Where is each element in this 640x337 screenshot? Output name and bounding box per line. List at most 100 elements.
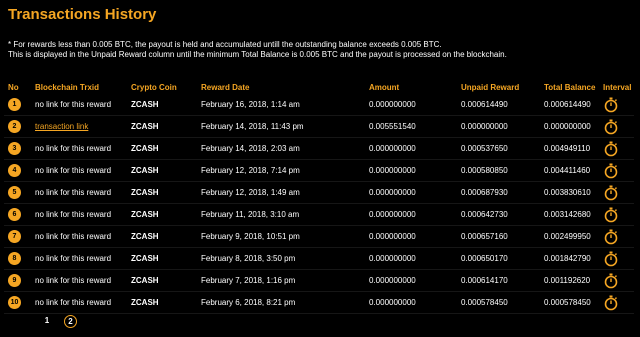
row-number-cell: 6 xyxy=(4,203,31,226)
row-number-badge: 1 xyxy=(8,98,21,111)
amount-cell: 0.000000000 xyxy=(365,247,457,270)
amount-cell: 0.000000000 xyxy=(365,159,457,182)
stopwatch-icon[interactable] xyxy=(603,251,619,266)
stopwatch-icon[interactable] xyxy=(603,185,619,200)
trxid-cell: transaction link xyxy=(31,115,127,138)
total-cell: 0.000000000 xyxy=(540,115,599,138)
interval-cell[interactable] xyxy=(599,291,634,314)
table-row: 7 no link for this reward ZCASH February 9,… xyxy=(4,225,634,248)
row-number-badge: 10 xyxy=(8,296,21,309)
interval-cell[interactable] xyxy=(599,94,634,116)
trxid-cell: no link for this reward xyxy=(31,247,127,270)
interval-cell[interactable] xyxy=(599,225,634,248)
total-cell: 0.004411460 xyxy=(540,159,599,182)
row-number-badge: 8 xyxy=(8,252,21,265)
table-row: 8 no link for this reward ZCASH February 8,… xyxy=(4,247,634,270)
row-number-badge: 2 xyxy=(8,120,21,133)
stopwatch-icon[interactable] xyxy=(603,295,619,310)
interval-cell[interactable] xyxy=(599,137,634,160)
amount-cell: 0.005551540 xyxy=(365,115,457,138)
interval-cell[interactable] xyxy=(599,115,634,138)
total-cell: 0.003830610 xyxy=(540,181,599,204)
transaction-link[interactable]: transaction link xyxy=(35,122,88,131)
interval-cell[interactable] xyxy=(599,269,634,292)
row-number-badge: 7 xyxy=(8,230,21,243)
amount-cell: 0.000000000 xyxy=(365,181,457,204)
coin-cell: ZCASH xyxy=(127,137,197,160)
row-number-cell: 9 xyxy=(4,269,31,292)
row-number-cell: 8 xyxy=(4,247,31,270)
unpaid-cell: 0.000642730 xyxy=(457,203,540,226)
date-cell: February 14, 2018, 11:43 pm xyxy=(197,115,365,138)
trxid-cell: no link for this reward xyxy=(31,291,127,314)
stopwatch-icon[interactable] xyxy=(603,207,619,222)
trxid-text: no link for this reward xyxy=(35,188,112,197)
row-number-cell: 4 xyxy=(4,159,31,182)
coin-cell: ZCASH xyxy=(127,159,197,182)
row-number-cell: 1 xyxy=(4,94,31,116)
amount-cell: 0.000000000 xyxy=(365,291,457,314)
column-header-no: No xyxy=(8,82,19,92)
amount-cell: 0.000000000 xyxy=(365,203,457,226)
column-header-interval: Interval xyxy=(603,82,632,92)
total-cell: 0.001192620 xyxy=(540,269,599,292)
unpaid-cell: 0.000580850 xyxy=(457,159,540,182)
stopwatch-icon[interactable] xyxy=(603,119,619,134)
coin-cell: ZCASH xyxy=(127,247,197,270)
date-cell: February 12, 2018, 7:14 pm xyxy=(197,159,365,182)
row-number-badge: 5 xyxy=(8,186,21,199)
stopwatch-icon[interactable] xyxy=(603,273,619,288)
trxid-text: no link for this reward xyxy=(35,166,112,175)
trxid-cell: no link for this reward xyxy=(31,269,127,292)
column-header-unpaid: Unpaid Reward xyxy=(461,82,520,92)
coin-cell: ZCASH xyxy=(127,203,197,226)
total-cell: 0.003142680 xyxy=(540,203,599,226)
payout-note: * For rewards less than 0.005 BTC, the p… xyxy=(8,40,507,60)
total-cell: 0.001842790 xyxy=(540,247,599,270)
trxid-text: no link for this reward xyxy=(35,232,112,241)
unpaid-cell: 0.000614170 xyxy=(457,269,540,292)
trxid-text: no link for this reward xyxy=(35,254,112,263)
row-number-cell: 10 xyxy=(4,291,31,314)
unpaid-cell: 0.000657160 xyxy=(457,225,540,248)
trxid-cell: no link for this reward xyxy=(31,159,127,182)
coin-cell: ZCASH xyxy=(127,94,197,116)
coin-cell: ZCASH xyxy=(127,269,197,292)
unpaid-cell: 0.000614490 xyxy=(457,94,540,116)
interval-cell[interactable] xyxy=(599,159,634,182)
total-cell: 0.004949110 xyxy=(540,137,599,160)
unpaid-cell: 0.000537650 xyxy=(457,137,540,160)
amount-cell: 0.000000000 xyxy=(365,137,457,160)
coin-cell: ZCASH xyxy=(127,181,197,204)
interval-cell[interactable] xyxy=(599,203,634,226)
unpaid-cell: 0.000000000 xyxy=(457,115,540,138)
page-2-button[interactable]: 2 xyxy=(64,314,77,328)
row-number-cell: 3 xyxy=(4,137,31,160)
total-cell: 0.000614490 xyxy=(540,94,599,116)
interval-cell[interactable] xyxy=(599,247,634,270)
trxid-text: no link for this reward xyxy=(35,298,112,307)
date-cell: February 14, 2018, 2:03 am xyxy=(197,137,365,160)
stopwatch-icon[interactable] xyxy=(603,97,619,112)
table-row: 3 no link for this reward ZCASH February 14… xyxy=(4,137,634,160)
date-cell: February 11, 2018, 3:10 am xyxy=(197,203,365,226)
stopwatch-icon[interactable] xyxy=(603,229,619,244)
amount-cell: 0.000000000 xyxy=(365,269,457,292)
page-title: Transactions History xyxy=(8,6,157,23)
interval-cell[interactable] xyxy=(599,181,634,204)
row-number-badge: 3 xyxy=(8,142,21,155)
trxid-cell: no link for this reward xyxy=(31,225,127,248)
page-1-button[interactable]: 1 xyxy=(40,314,54,328)
table-row: 1 no link for this reward ZCASH February 16… xyxy=(4,94,634,116)
date-cell: February 6, 2018, 8:21 pm xyxy=(197,291,365,314)
payout-note-line-2: This is displayed in the Unpaid Reward c… xyxy=(8,50,507,59)
row-number-badge: 4 xyxy=(8,164,21,177)
coin-cell: ZCASH xyxy=(127,291,197,314)
table-row: 10 no link for this reward ZCASH February 6… xyxy=(4,291,634,314)
trxid-text: no link for this reward xyxy=(35,100,112,109)
date-cell: February 9, 2018, 10:51 pm xyxy=(197,225,365,248)
stopwatch-icon[interactable] xyxy=(603,163,619,178)
trxid-text: no link for this reward xyxy=(35,210,112,219)
date-cell: February 12, 2018, 1:49 am xyxy=(197,181,365,204)
stopwatch-icon[interactable] xyxy=(603,141,619,156)
